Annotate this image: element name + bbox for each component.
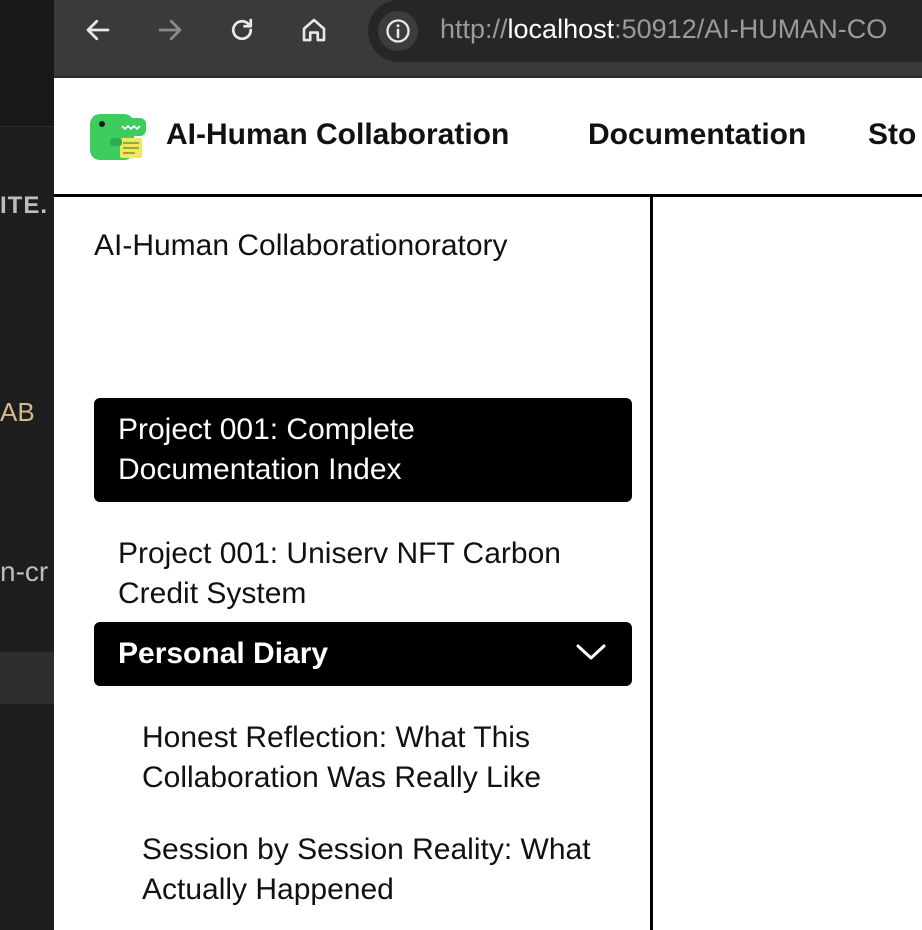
editor-highlight-row: [0, 652, 54, 704]
chevron-down-icon[interactable]: [574, 634, 608, 674]
sidebar-item-documentation-index[interactable]: Project 001: Complete Documentation Inde…: [94, 398, 632, 502]
web-page: AI-Human Collaboration Documentation Sto…: [54, 78, 922, 930]
editor-text-fragment: AB: [0, 397, 35, 427]
site-info-button[interactable]: [378, 11, 418, 51]
sidebar-category-label: Personal Diary: [118, 637, 329, 670]
arrow-left-icon: [86, 19, 110, 41]
sidebar-title: AI-Human Collaborationoratory: [94, 229, 508, 262]
browser-toolbar: http://localhost:50912/AI-HUMAN-CO: [54, 0, 922, 78]
reload-button[interactable]: [224, 12, 260, 48]
editor-text-fragment: n-cr: [0, 556, 49, 587]
sidebar-subitem-honest-reflection[interactable]: Honest Reflection: What This Collaborati…: [118, 706, 632, 810]
site-title-link[interactable]: AI-Human Collaboration: [166, 118, 509, 152]
background-editor-window: ITE. AB n-cr: [0, 0, 54, 930]
home-icon: [302, 18, 326, 42]
main-content-area: [653, 197, 922, 930]
info-icon: [386, 19, 410, 43]
docs-sidebar: AI-Human Collaborationoratory Project 00…: [54, 197, 653, 930]
arrow-right-icon: [158, 19, 182, 41]
sidebar-category-personal-diary[interactable]: Personal Diary: [94, 622, 632, 686]
sidebar-item-nft-carbon-credit[interactable]: Project 001: Uniserv NFT Carbon Credit S…: [94, 522, 632, 626]
url-text: http://localhost:50912/AI-HUMAN-CO: [440, 14, 887, 45]
back-button[interactable]: [80, 12, 116, 48]
sidebar-subitem-session-reality[interactable]: Session by Session Reality: What Actuall…: [118, 818, 632, 922]
url-path: :50912/AI-HUMAN-CO: [614, 14, 888, 44]
editor-text-fragment: ITE.: [0, 192, 49, 219]
url-scheme: http://: [440, 14, 508, 44]
reload-icon: [231, 18, 253, 41]
site-logo[interactable]: [86, 108, 150, 164]
nav-link-documentation[interactable]: Documentation: [588, 118, 806, 152]
address-bar[interactable]: http://localhost:50912/AI-HUMAN-CO: [368, 0, 922, 62]
dinosaur-logo-icon: [90, 114, 146, 160]
home-button[interactable]: [296, 12, 332, 48]
site-navbar: AI-Human Collaboration Documentation Sto: [54, 78, 922, 197]
url-host: localhost: [507, 14, 615, 44]
nav-link-stories[interactable]: Sto: [868, 118, 916, 152]
editor-title-band: [0, 0, 54, 127]
forward-button[interactable]: [152, 12, 188, 48]
